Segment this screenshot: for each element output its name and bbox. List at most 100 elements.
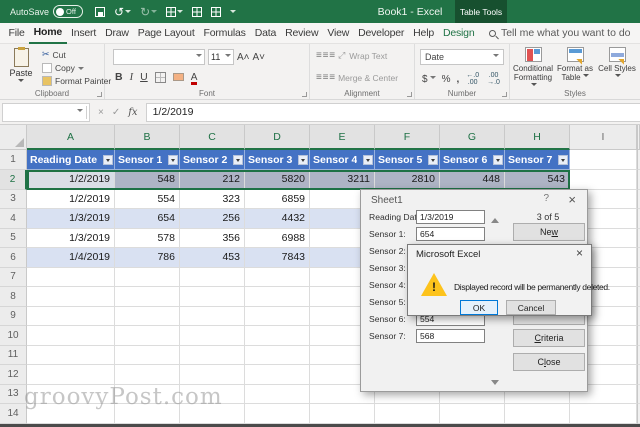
grid-cell[interactable]: 212	[180, 170, 245, 190]
grid-cell[interactable]	[245, 384, 310, 404]
filter-button[interactable]	[298, 154, 308, 165]
font-color-button[interactable]: A	[190, 72, 197, 85]
save-button[interactable]	[95, 6, 106, 17]
filter-button[interactable]	[168, 154, 178, 165]
qat-overflow-button[interactable]	[230, 7, 237, 16]
align-bottom-icons[interactable]: ≡ ≡ ≡	[316, 72, 335, 83]
grid-cell[interactable]	[245, 326, 310, 346]
borders-button[interactable]	[154, 71, 166, 83]
filter-button[interactable]	[493, 154, 503, 165]
message-box-close-icon[interactable]: ×	[576, 246, 583, 260]
enter-entry-button[interactable]: ✓	[112, 107, 120, 118]
autosave-pill[interactable]: Off	[53, 5, 84, 18]
close-button[interactable]: Cl ose	[513, 353, 585, 371]
grid-cell[interactable]	[180, 345, 245, 365]
row-header-11[interactable]: 11	[0, 345, 27, 365]
tab-home[interactable]: Home	[29, 23, 67, 44]
column-header-E[interactable]: E	[310, 125, 375, 150]
row-header-3[interactable]: 3	[0, 189, 27, 209]
column-header-B[interactable]: B	[115, 125, 180, 150]
row-header-2[interactable]: 2	[0, 170, 27, 190]
grid-cell[interactable]: 6988	[245, 228, 310, 248]
number-format-combobox[interactable]: Date	[420, 49, 504, 65]
percent-style-button[interactable]: %	[442, 74, 451, 85]
grid-cell[interactable]	[180, 287, 245, 307]
help-button[interactable]: ?	[543, 193, 549, 204]
wrap-text-button[interactable]: Wrap Text	[349, 51, 387, 61]
column-header-A[interactable]: A	[27, 125, 115, 150]
cancel-button[interactable]: Cancel	[506, 300, 556, 315]
copy-button[interactable]: Copy	[42, 63, 111, 73]
grid-cell[interactable]	[245, 365, 310, 385]
new-button[interactable]: Ne w	[513, 223, 585, 241]
grid-cell[interactable]: 554	[115, 189, 180, 209]
grid-cell[interactable]	[27, 267, 115, 287]
tab-view[interactable]: View	[323, 23, 354, 44]
row-header-14[interactable]: 14	[0, 404, 27, 424]
cell-styles-button[interactable]: Cell Styles	[597, 47, 638, 92]
table-header-cell[interactable]: Sensor 2	[180, 150, 245, 170]
column-header-I[interactable]: I	[570, 125, 637, 150]
table-header-cell[interactable]: Sensor 7	[505, 150, 570, 170]
tab-review[interactable]: Review	[281, 23, 323, 44]
column-header-F[interactable]: F	[375, 125, 440, 150]
clipboard-dialog-launcher[interactable]	[97, 92, 102, 97]
tab-design[interactable]: Design	[438, 23, 478, 44]
select-all-button[interactable]	[0, 125, 27, 150]
format-as-table-button[interactable]: Format as Table	[555, 47, 596, 92]
font-name-combobox[interactable]	[113, 49, 205, 65]
tab-draw[interactable]: Draw	[101, 23, 134, 44]
cancel-entry-button[interactable]: ×	[98, 107, 104, 118]
cut-button[interactable]: ✂ Cut	[42, 49, 111, 60]
grid-cell[interactable]	[375, 404, 440, 424]
tab-file[interactable]: File	[4, 23, 29, 44]
grid-cell[interactable]	[27, 326, 115, 346]
grid-cell[interactable]	[245, 287, 310, 307]
grid-cell[interactable]	[180, 365, 245, 385]
grid-cell[interactable]: 2810	[375, 170, 440, 190]
grid-cell[interactable]: 323	[180, 189, 245, 209]
data-form-close-icon[interactable]: ×	[568, 192, 576, 207]
filter-button[interactable]	[233, 154, 243, 165]
scroll-down-icon[interactable]	[491, 380, 499, 389]
grid-cell[interactable]	[180, 267, 245, 287]
grid-cell[interactable]: 543	[505, 170, 570, 190]
redo-button[interactable]: ↻	[140, 5, 158, 19]
form-field-input[interactable]: 1/3/2019	[416, 210, 485, 224]
message-box-title-bar[interactable]: Microsoft Excel	[408, 245, 591, 263]
grid-cell[interactable]: 1/3/2019	[27, 228, 115, 248]
grid-cell[interactable]	[245, 306, 310, 326]
grid-cell[interactable]: 1/3/2019	[27, 209, 115, 229]
table-header-cell[interactable]: Sensor 1	[115, 150, 180, 170]
orientation-button[interactable]: ⤢	[338, 50, 345, 61]
name-box[interactable]	[2, 102, 90, 122]
table-header-cell[interactable]: Reading Date	[27, 150, 115, 170]
scroll-up-icon[interactable]	[491, 214, 499, 223]
tab-developer[interactable]: Developer	[354, 23, 409, 44]
column-header-G[interactable]: G	[440, 125, 505, 150]
grid-cell[interactable]	[115, 345, 180, 365]
row-header-12[interactable]: 12	[0, 365, 27, 385]
grid-cell[interactable]	[310, 404, 375, 424]
conditional-formatting-button[interactable]: Conditional Formatting	[513, 47, 554, 92]
row-header-4[interactable]: 4	[0, 209, 27, 229]
row-header-13[interactable]: 13	[0, 384, 27, 404]
row-header-10[interactable]: 10	[0, 326, 27, 346]
grid-cell[interactable]	[115, 287, 180, 307]
filter-button[interactable]	[363, 154, 373, 165]
grid-cell[interactable]	[115, 326, 180, 346]
grid-cell[interactable]: 786	[115, 248, 180, 268]
grid-cell[interactable]	[27, 306, 115, 326]
row-header-1[interactable]: 1	[0, 150, 27, 170]
grid-cell[interactable]: 448	[440, 170, 505, 190]
grid-cell[interactable]	[245, 267, 310, 287]
row-header-5[interactable]: 5	[0, 228, 27, 248]
grid-cell[interactable]	[115, 267, 180, 287]
grid-cell[interactable]	[180, 306, 245, 326]
underline-button[interactable]: U	[140, 71, 148, 83]
grid-cell[interactable]	[27, 345, 115, 365]
row-header-7[interactable]: 7	[0, 267, 27, 287]
grid-cell[interactable]: 1/2/2019	[27, 189, 115, 209]
grid-cell[interactable]: 1/2/2019	[27, 170, 115, 190]
grid-cell[interactable]: 5820	[245, 170, 310, 190]
